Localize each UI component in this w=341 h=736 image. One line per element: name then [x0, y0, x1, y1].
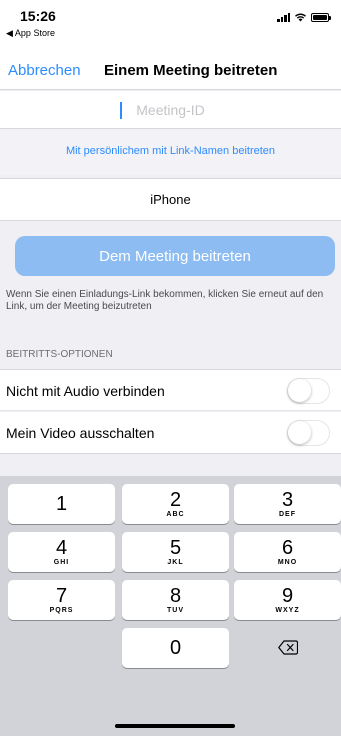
meeting-id-input[interactable] — [0, 91, 341, 129]
page-title: Einem Meeting beitreten — [104, 62, 278, 79]
option-row-video: Mein Video ausschalten — [0, 412, 341, 454]
key-4[interactable]: 4 GHI — [8, 532, 115, 572]
battery-icon — [311, 12, 331, 22]
numeric-keypad: 1 2 ABC 3 DEF 4 GHI 5 JKL 6 MNO 7 PQRS 8… — [0, 476, 341, 736]
option-label-video: Mein Video ausschalten — [6, 425, 155, 441]
key-9[interactable]: 9 WXYZ — [234, 580, 341, 620]
join-meeting-button[interactable]: Dem Meeting beitreten — [15, 236, 335, 276]
display-name-row — [0, 178, 341, 221]
option-row-audio: Nicht mit Audio verbinden — [0, 369, 341, 411]
toggle-knob — [288, 379, 311, 402]
key-8[interactable]: 8 TUV — [122, 580, 229, 620]
option-label-audio: Nicht mit Audio verbinden — [6, 383, 165, 399]
text-cursor — [120, 102, 122, 119]
navigation-bar: Abbrechen Einem Meeting beitreten — [0, 50, 341, 90]
audio-toggle[interactable] — [287, 378, 330, 404]
key-5[interactable]: 5 JKL — [122, 532, 229, 572]
status-icons — [277, 12, 331, 22]
toggle-knob — [288, 421, 311, 444]
back-to-app-store-link[interactable]: ◀ App Store — [6, 28, 55, 39]
display-name-input[interactable] — [0, 179, 341, 220]
key-0[interactable]: 0 — [122, 628, 229, 668]
key-1[interactable]: 1 — [8, 484, 115, 524]
key-3[interactable]: 3 DEF — [234, 484, 341, 524]
join-with-link-name-link[interactable]: Mit persönlichem mit Link-Namen beitrete… — [66, 145, 275, 157]
meeting-id-row — [0, 91, 341, 129]
link-name-row: Mit persönlichem mit Link-Namen beitrete… — [0, 130, 341, 175]
options-section-header: BEITRITTS-OPTIONEN — [6, 349, 113, 360]
backspace-icon — [278, 640, 298, 655]
key-2[interactable]: 2 ABC — [122, 484, 229, 524]
backspace-key[interactable] — [234, 628, 341, 668]
invitation-hint-text: Wenn Sie einen Einladungs-Link bekommen,… — [6, 289, 324, 312]
video-toggle[interactable] — [287, 420, 330, 446]
home-indicator[interactable] — [115, 724, 235, 728]
status-bar: 15:26 ◀ App Store — [0, 0, 341, 50]
key-7[interactable]: 7 PQRS — [8, 580, 115, 620]
status-time: 15:26 — [20, 8, 56, 24]
signal-icon — [277, 12, 290, 22]
wifi-icon — [295, 13, 306, 22]
key-6[interactable]: 6 MNO — [234, 532, 341, 572]
cancel-button[interactable]: Abbrechen — [8, 62, 81, 79]
